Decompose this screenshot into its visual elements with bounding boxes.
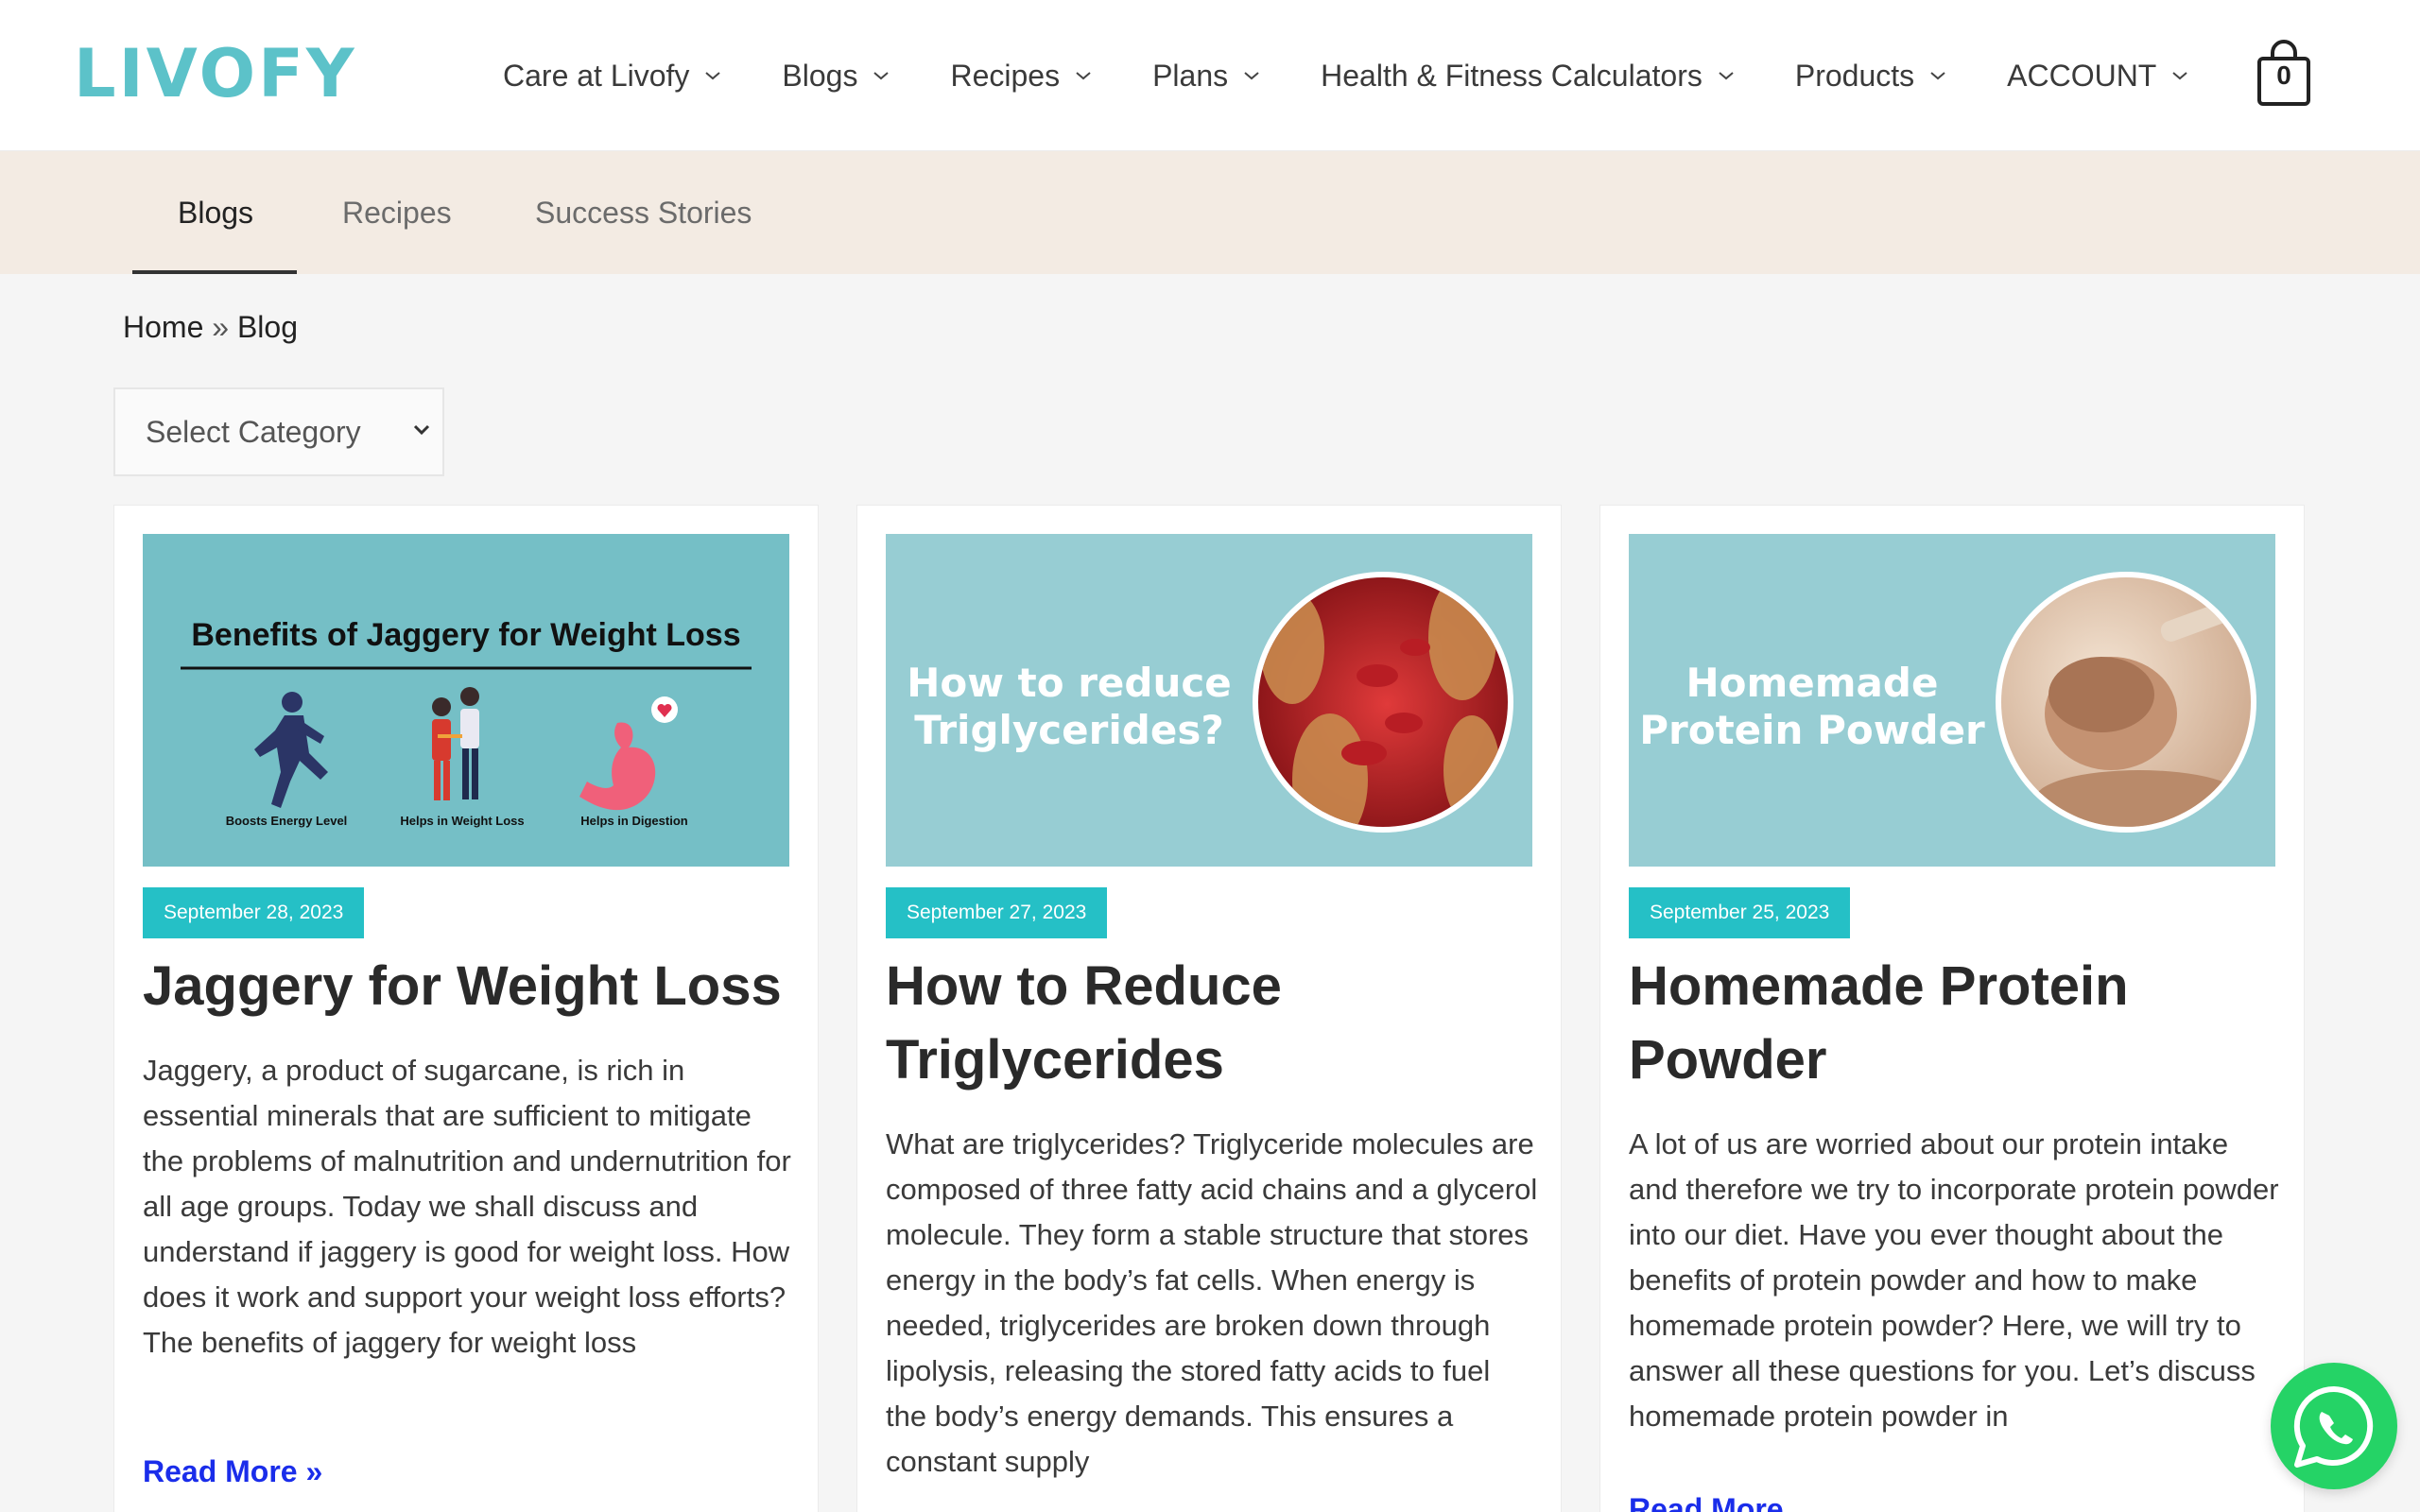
whatsapp-button[interactable] <box>2271 1363 2397 1489</box>
thumbnail-caption: Helps in Weight Loss <box>400 814 524 828</box>
nav-item-care[interactable]: Care at Livofy <box>503 59 721 94</box>
post-excerpt: What are triglycerides? Triglyceride mol… <box>886 1127 1538 1478</box>
chevron-down-icon <box>704 70 721 81</box>
blog-subnav: Blogs Recipes Success Stories <box>0 151 2420 274</box>
cart-count: 0 <box>2276 60 2291 90</box>
breadcrumb: Home » Blog <box>123 310 298 345</box>
post-thumbnail[interactable]: How to reduce Triglycerides? <box>886 534 1532 867</box>
post-excerpt: Jaggery, a product of sugarcane, is rich… <box>143 1054 791 1359</box>
read-more-link[interactable]: Read More » <box>143 1454 322 1489</box>
post-title[interactable]: Homemade Protein Powder <box>1629 950 2281 1097</box>
thumbnail-text: How to reduce <box>907 660 1232 706</box>
nav-item-products[interactable]: Products <box>1795 59 1946 94</box>
thumbnail-text: Homemade <box>1686 660 1939 706</box>
post-card: Benefits of Jaggery for Weight Loss Boos… <box>113 505 819 1512</box>
post-card: Homemade Protein Powder September 25, 20… <box>1599 505 2305 1512</box>
whatsapp-icon <box>2293 1385 2374 1468</box>
nav-label: ACCOUNT <box>2007 58 2157 93</box>
site-logo[interactable]: LIVOFY <box>74 34 357 113</box>
nav-label: Plans <box>1152 58 1229 93</box>
nav-item-recipes[interactable]: Recipes <box>950 59 1092 94</box>
post-card: How to reduce Triglycerides? September 2… <box>856 505 1562 1512</box>
thumbnail-caption: Boosts Energy Level <box>226 814 348 828</box>
chevron-down-icon <box>2171 70 2188 81</box>
post-date: September 28, 2023 <box>143 887 365 938</box>
post-date: September 27, 2023 <box>886 887 1108 938</box>
nav-label: Blogs <box>782 58 858 93</box>
tab-blogs[interactable]: Blogs <box>131 151 298 274</box>
nav-item-calculators[interactable]: Health & Fitness Calculators <box>1321 59 1735 94</box>
thumbnail-text: Triglycerides? <box>914 707 1223 753</box>
post-excerpt: A lot of us are worried about our protei… <box>1629 1127 2279 1433</box>
nav-item-account[interactable]: ACCOUNT <box>2007 59 2188 94</box>
post-title[interactable]: Jaggery for Weight Loss <box>143 950 795 1023</box>
chevron-down-icon <box>1718 70 1735 81</box>
nav-label: Care at Livofy <box>503 58 690 93</box>
post-date: September 25, 2023 <box>1629 887 1851 938</box>
select-arrow-icon <box>413 424 430 436</box>
chevron-down-icon <box>1243 70 1260 81</box>
nav-label: Recipes <box>950 58 1061 93</box>
read-more-link[interactable]: Read More <box>1629 1492 1784 1512</box>
breadcrumb-home[interactable]: Home <box>123 310 203 344</box>
chevron-down-icon <box>873 70 890 81</box>
breadcrumb-separator: » <box>212 310 230 344</box>
post-title[interactable]: How to Reduce Triglycerides <box>886 950 1538 1097</box>
tab-success-stories[interactable]: Success Stories <box>535 151 752 274</box>
nav-label: Health & Fitness Calculators <box>1321 58 1703 93</box>
thumbnail-text: Protein Powder <box>1639 707 1985 753</box>
nav-item-blogs[interactable]: Blogs <box>782 59 890 94</box>
thumbnail-caption: Helps in Digestion <box>580 814 687 828</box>
chevron-down-icon <box>1929 70 1946 81</box>
nav-label: Products <box>1794 58 1915 93</box>
cart-button[interactable]: 0 <box>2256 40 2312 108</box>
breadcrumb-current: Blog <box>236 310 298 344</box>
post-thumbnail[interactable]: Benefits of Jaggery for Weight Loss Boos… <box>143 534 789 867</box>
nav-item-plans[interactable]: Plans <box>1152 59 1260 94</box>
category-select-value: Select Category <box>146 414 361 449</box>
site-header: LIVOFY Care at Livofy Blogs Recipes Plan… <box>0 0 2420 151</box>
category-select[interactable]: Select Category <box>113 387 444 476</box>
post-thumbnail[interactable]: Homemade Protein Powder <box>1629 534 2275 867</box>
thumbnail-heading: Benefits of Jaggery for Weight Loss <box>191 617 740 653</box>
tab-recipes[interactable]: Recipes <box>342 151 452 274</box>
main-nav: Care at Livofy Blogs Recipes Plans Healt… <box>503 49 2249 102</box>
chevron-down-icon <box>1075 70 1092 81</box>
